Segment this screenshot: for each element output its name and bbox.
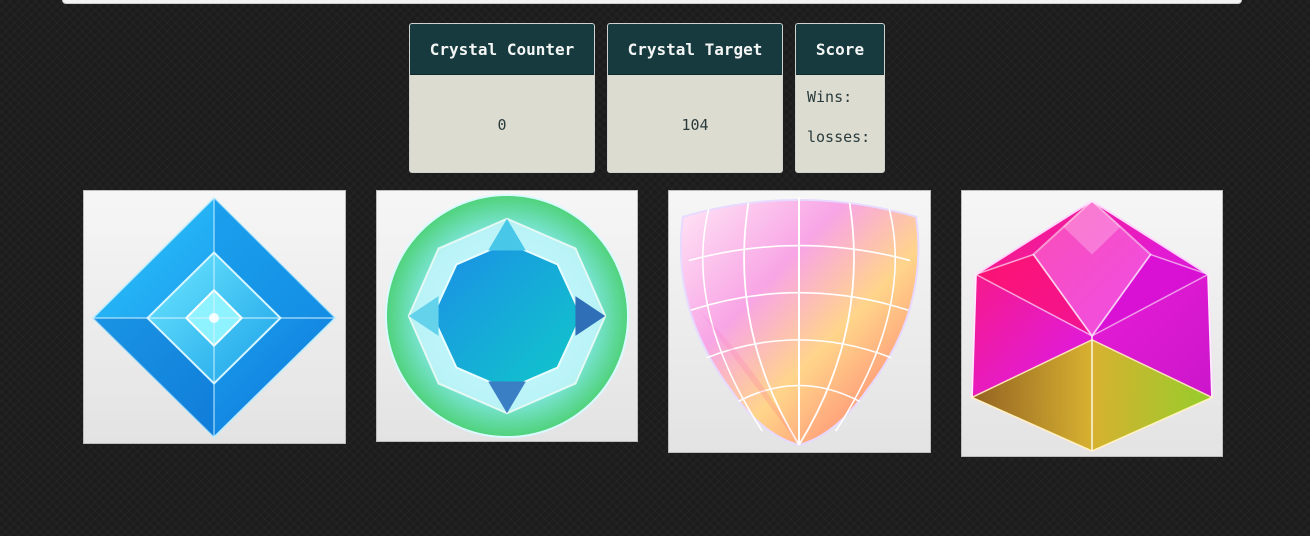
score-panel: Score Wins: losses:	[795, 23, 885, 173]
wins-label: Wins:	[807, 88, 853, 106]
magenta-cube-crystal[interactable]	[961, 190, 1223, 457]
crystal-counter-panel: Crystal Counter 0	[409, 23, 595, 173]
crystal-target-title: Crystal Target	[608, 24, 782, 75]
losses-label: losses:	[807, 128, 871, 146]
pink-pear-crystal[interactable]	[668, 190, 931, 453]
crystal-target-value: 104	[681, 115, 709, 134]
aqua-round-crystal[interactable]	[376, 190, 638, 442]
top-container-edge	[62, 0, 1242, 4]
score-title: Score	[796, 24, 884, 75]
blue-diamond-crystal[interactable]	[83, 190, 346, 444]
crystal-counter-title: Crystal Counter	[410, 24, 594, 75]
pink-pear-crystal-icon	[679, 196, 920, 447]
crystal-counter-value: 0	[497, 115, 507, 134]
magenta-cube-crystal-icon	[970, 199, 1214, 453]
blue-diamond-crystal-icon	[91, 196, 337, 439]
aqua-round-crystal-icon	[384, 193, 630, 439]
crystal-target-panel: Crystal Target 104	[607, 23, 783, 173]
